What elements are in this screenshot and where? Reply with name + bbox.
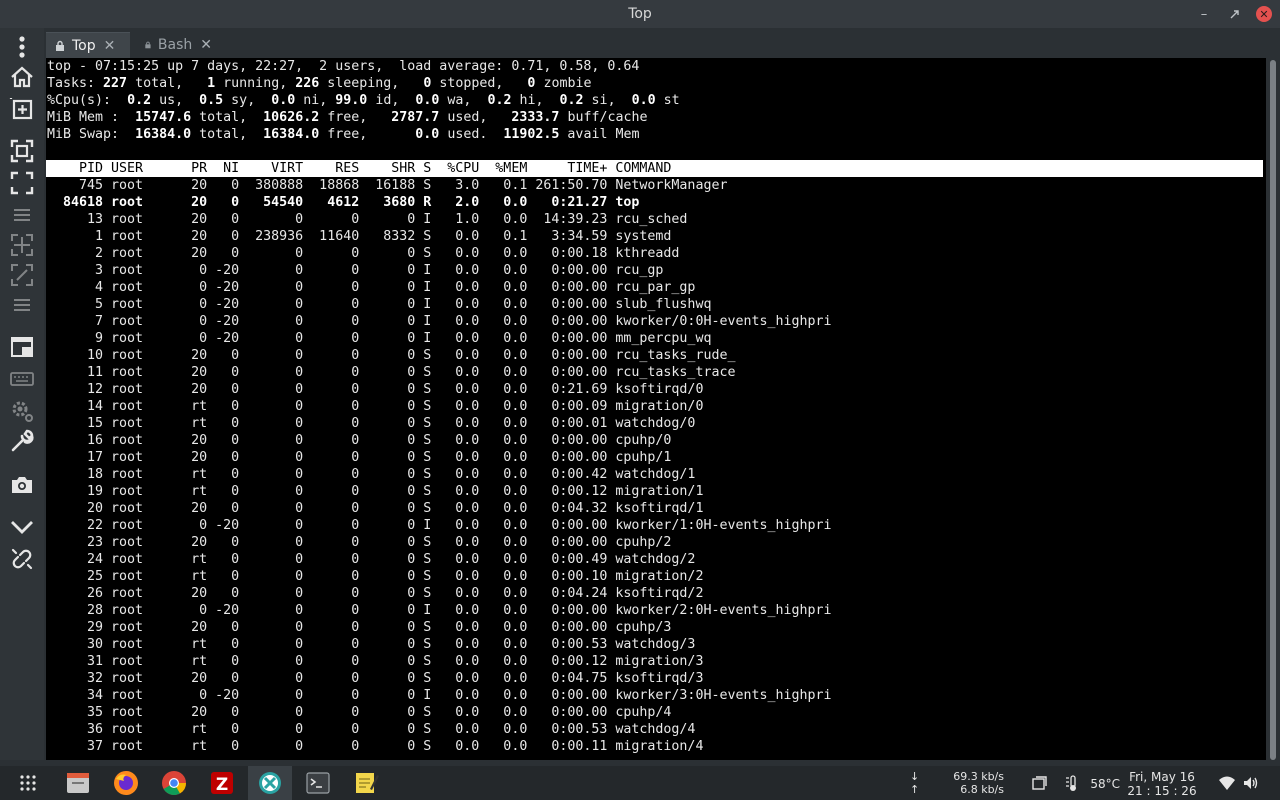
table-row: 745 root 20 0 380888 18868 16188 S 3.0 0… [47,178,728,193]
window-icon[interactable] [7,332,37,362]
scrollbar-thumb[interactable] [1270,60,1276,760]
table-row: 36 root rt 0 0 0 0 S 0.0 0.0 0:00.53 wat… [47,722,696,737]
terminal-sidebar [0,28,44,760]
table-row: 31 root rt 0 0 0 0 S 0.0 0.0 0:00.12 mig… [47,654,704,669]
tab-top[interactable]: Top ✕ [46,32,130,58]
table-row: 34 root 0 -20 0 0 0 I 0.0 0.0 0:00.00 kw… [47,688,832,703]
clipboard-icon[interactable] [1030,774,1048,792]
table-row: 10 root 20 0 0 0 0 S 0.0 0.0 0:00.00 rcu… [47,348,736,363]
link-icon[interactable] [7,544,37,574]
process-table-header: PID USER PR NI VIRT RES SHR S %CPU %MEM … [46,160,1263,177]
table-row: 11 root 20 0 0 0 0 S 0.0 0.0 0:00.00 rcu… [47,365,736,380]
summary-line: %Cpu(s): 0.2 us, 0.5 sy, 0.0 ni, 99.0 id… [47,93,680,108]
table-row: 12 root 20 0 0 0 0 S 0.0 0.0 0:21.69 kso… [47,382,704,397]
thermometer-icon [1066,775,1076,791]
chrome-icon[interactable] [152,766,196,800]
table-row: 4 root 0 -20 0 0 0 I 0.0 0.0 0:00.00 rcu… [47,280,696,295]
temperature: 58°C [1090,777,1120,791]
list-icon[interactable] [7,200,37,230]
clock[interactable]: Fri, May 16 21 : 15 : 26 [1126,770,1198,798]
close-tab-icon[interactable]: ✕ [104,38,116,54]
table-row: 14 root rt 0 0 0 0 S 0.0 0.0 0:00.09 mig… [47,399,704,414]
table-row: 20 root 20 0 0 0 0 S 0.0 0.0 0:04.32 kso… [47,501,704,516]
summary-line: Tasks: 227 total, 1 running, 226 sleepin… [47,76,592,91]
net-arrows-icon: ↓ ↑ [910,770,920,796]
clock-time: 21 : 15 : 26 [1127,784,1197,798]
table-row: 22 root 0 -20 0 0 0 I 0.0 0.0 0:00.00 kw… [47,518,832,533]
table-row: 26 root 20 0 0 0 0 S 0.0 0.0 0:04.24 kso… [47,586,704,601]
window-title: Top [628,6,652,22]
table-row: 2 root 20 0 0 0 0 S 0.0 0.0 0:00.18 kthr… [47,246,680,261]
table-row: 24 root rt 0 0 0 0 S 0.0 0.0 0:00.49 wat… [47,552,696,567]
volume-icon[interactable] [1242,774,1260,792]
net-up: 6.8 kb/s [960,783,1004,796]
lock-icon [56,40,64,51]
tab-bash[interactable]: Bash ✕ [136,32,220,58]
home-icon[interactable] [7,62,37,92]
taskbar: Z ↓ ↑ 69.3 kb/s 6.8 kb/s 58°C Fri, May 16… [0,766,1280,800]
table-row: 9 root 0 -20 0 0 0 I 0.0 0.0 0:00.00 mm_… [47,331,712,346]
new-tab-icon[interactable] [7,94,37,124]
settings-icon[interactable] [7,396,37,426]
list-alt-icon[interactable] [7,290,37,320]
net-down: 69.3 kb/s [953,770,1004,783]
app-grid-icon[interactable] [6,766,50,800]
scrollbar[interactable] [1266,58,1280,760]
table-row: 35 root 20 0 0 0 0 S 0.0 0.0 0:00.00 cpu… [47,705,672,720]
tab-label: Top [72,37,96,54]
table-row: 17 root 20 0 0 0 0 S 0.0 0.0 0:00.00 cpu… [47,450,672,465]
table-row: 1 root 20 0 238936 11640 8332 S 0.0 0.1 … [47,229,672,244]
xmind-icon[interactable] [248,766,292,800]
table-row: 28 root 0 -20 0 0 0 I 0.0 0.0 0:00.00 kw… [47,603,832,618]
table-row: 7 root 0 -20 0 0 0 I 0.0 0.0 0:00.00 kwo… [47,314,832,329]
wifi-icon[interactable] [1218,774,1236,792]
terminal-output[interactable]: top - 07:15:25 up 7 days, 22:27, 2 users… [46,58,1266,760]
minimize-icon[interactable]: – [1192,0,1216,28]
tab-bar: Top ✕ Bash ✕ [44,28,1280,58]
process-table: 745 root 20 0 380888 18868 16188 S 3.0 0… [46,177,1266,755]
fullscreen-icon[interactable] [7,168,37,198]
chevron-down-icon[interactable] [7,512,37,542]
summary-line: MiB Swap: 16384.0 total, 16384.0 free, 0… [47,127,640,142]
summary-line: top - 07:15:25 up 7 days, 22:27, 2 users… [47,59,640,74]
restore-icon[interactable] [1222,0,1246,28]
close-icon: ✕ [1256,6,1272,22]
tab-label: Bash [157,37,193,53]
lock-icon [145,41,151,49]
table-row: 23 root 20 0 0 0 0 S 0.0 0.0 0:00.00 cpu… [47,535,672,550]
filezilla-icon[interactable]: Z [200,766,244,800]
close-tab-icon[interactable]: ✕ [200,37,212,53]
table-row: 30 root rt 0 0 0 0 S 0.0 0.0 0:00.53 wat… [47,637,696,652]
table-row: 16 root 20 0 0 0 0 S 0.0 0.0 0:00.00 cpu… [47,433,672,448]
table-row: 32 root 20 0 0 0 0 S 0.0 0.0 0:04.75 kso… [47,671,704,686]
clock-date: Fri, May 16 [1129,770,1195,784]
terminal-icon[interactable] [296,766,340,800]
grid-icon[interactable] [7,230,37,260]
table-row: 18 root rt 0 0 0 0 S 0.0 0.0 0:00.42 wat… [47,467,696,482]
table-row: 3 root 0 -20 0 0 0 I 0.0 0.0 0:00.00 rcu… [47,263,664,278]
table-row: 29 root 20 0 0 0 0 S 0.0 0.0 0:00.00 cpu… [47,620,672,635]
network-speed: 69.3 kb/s 6.8 kb/s [940,770,1004,796]
top-summary: top - 07:15:25 up 7 days, 22:27, 2 users… [46,58,1266,160]
window-titlebar[interactable]: Top – ✕ [0,0,1280,28]
table-row: 19 root rt 0 0 0 0 S 0.0 0.0 0:00.12 mig… [47,484,704,499]
table-row: 15 root rt 0 0 0 0 S 0.0 0.0 0:00.01 wat… [47,416,696,431]
svg-text:Z: Z [216,775,228,795]
camera-icon[interactable] [7,470,37,500]
close-window-button[interactable]: ✕ [1252,0,1276,28]
firefox-icon[interactable] [104,766,148,800]
table-row: 84618 root 20 0 54540 4612 3680 R 2.0 0.… [47,195,640,210]
table-row: 37 root rt 0 0 0 0 S 0.0 0.0 0:00.11 mig… [47,739,704,754]
notes-icon[interactable] [344,766,388,800]
summary-line: MiB Mem : 15747.6 total, 10626.2 free, 2… [47,110,648,125]
grid-alt-icon[interactable] [7,260,37,290]
files-icon[interactable] [56,766,100,800]
wrench-icon[interactable] [7,426,37,456]
split-icon[interactable] [7,136,37,166]
keyboard-icon[interactable] [7,364,37,394]
table-row: 13 root 20 0 0 0 0 I 1.0 0.0 14:39.23 rc… [47,212,688,227]
table-row: 25 root rt 0 0 0 0 S 0.0 0.0 0:00.10 mig… [47,569,704,584]
menu-dots-icon[interactable] [7,32,37,62]
table-row: 5 root 0 -20 0 0 0 I 0.0 0.0 0:00.00 slu… [47,297,712,312]
